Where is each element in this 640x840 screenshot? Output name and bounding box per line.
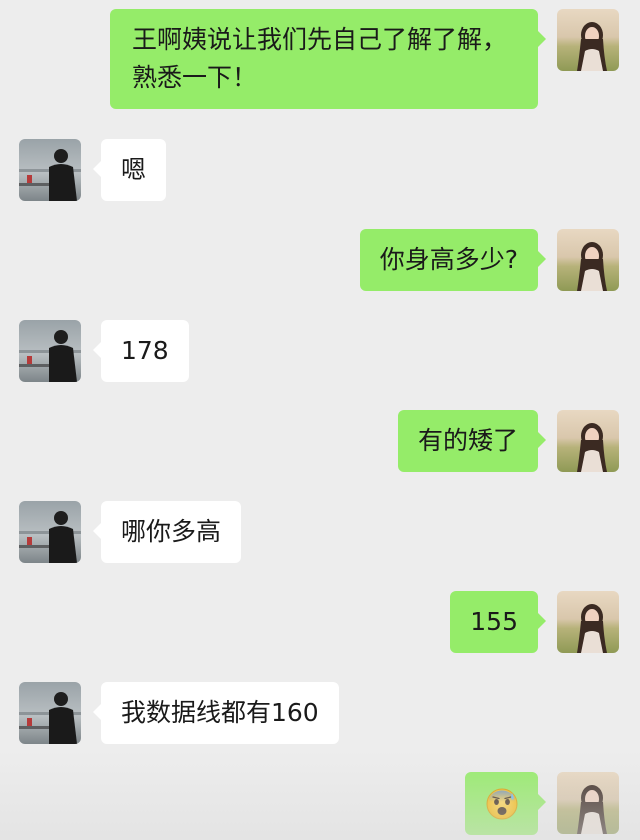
woman-portrait-in-field-avatar[interactable] — [557, 410, 619, 472]
message-text: 有的矮了 — [417, 426, 518, 455]
woman-portrait-in-field-avatar[interactable] — [557, 9, 619, 71]
message-bubble-incoming[interactable]: 178 — [93, 320, 189, 382]
woman-portrait-in-field-avatar[interactable] — [557, 591, 619, 653]
woman-portrait-in-field-avatar[interactable] — [557, 772, 619, 834]
man-silhouette-by-sea-avatar[interactable] — [19, 320, 81, 382]
man-silhouette-by-sea-avatar[interactable] — [19, 682, 81, 744]
message-bubble-outgoing[interactable]: 155 — [450, 591, 546, 653]
message-bubble-outgoing[interactable]: 王啊姨说让我们先自己了解了解，熟悉一下！ — [110, 9, 546, 109]
message-text: 哪你多高 — [121, 517, 222, 546]
message-bubble-incoming[interactable]: 嗯 — [92, 139, 167, 201]
anxious-face-with-sweat-icon — [486, 788, 517, 819]
message-text: 嗯 — [121, 155, 147, 184]
message-text: 155 — [470, 607, 518, 636]
message-text: 你身高多少? — [379, 245, 518, 274]
man-silhouette-by-sea-avatar[interactable] — [19, 501, 81, 563]
message-bubble-incoming[interactable]: 我数据线都有160 — [93, 682, 339, 744]
message-bubble-incoming[interactable]: 哪你多高 — [92, 501, 242, 563]
woman-portrait-in-field-avatar[interactable] — [557, 229, 619, 291]
chat-window: 王啊姨说让我们先自己了解了解，熟悉一下！ 嗯 你身高多少? 178 有的矮了 哪… — [0, 0, 640, 840]
message-text: 王啊姨说让我们先自己了解了解，熟悉一下！ — [132, 25, 508, 92]
message-text: 178 — [121, 336, 169, 365]
message-bubble-outgoing[interactable]: 有的矮了 — [397, 410, 547, 472]
message-text: 我数据线都有160 — [121, 698, 319, 727]
message-bubble-outgoing-emoji[interactable] — [465, 772, 546, 835]
message-bubble-outgoing[interactable]: 你身高多少? — [359, 229, 547, 291]
man-silhouette-by-sea-avatar[interactable] — [19, 139, 81, 201]
